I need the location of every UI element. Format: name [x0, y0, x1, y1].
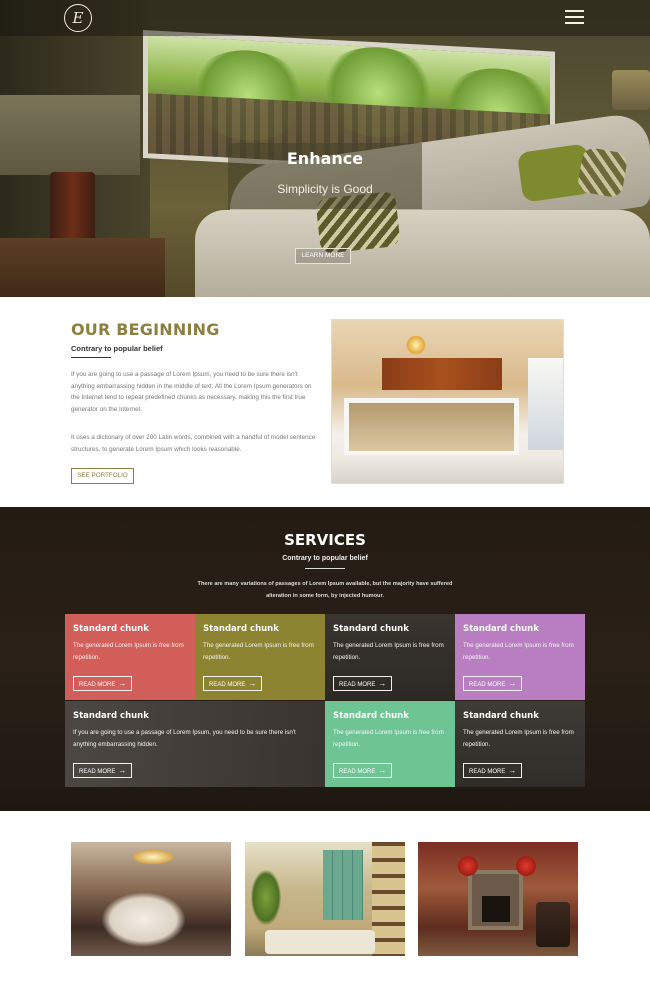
fireplace-room-photo[interactable]	[418, 842, 578, 956]
floor-lamp-image	[612, 70, 650, 110]
service-card-text: The generated Lorem Ipsum is free from r…	[463, 642, 574, 661]
service-card: Standard chunk The generated Lorem Ipsum…	[455, 701, 585, 787]
service-card-title: Standard chunk	[463, 624, 539, 634]
arrow-right-icon: →	[118, 679, 127, 688]
living-room-bookshelf-photo[interactable]	[245, 842, 405, 956]
hero-subtitle: Simplicity is Good	[277, 182, 373, 196]
service-card-text: The generated Lorem Ipsum is free from r…	[203, 642, 314, 661]
divider	[305, 568, 345, 569]
service-card: Standard chunk The generated Lorem Ipsum…	[65, 614, 195, 700]
hamburger-icon[interactable]	[565, 10, 584, 25]
service-card-title: Standard chunk	[463, 711, 539, 721]
service-card-title: Standard chunk	[73, 624, 149, 634]
dining-room-photo[interactable]	[71, 842, 231, 956]
arrow-right-icon: →	[508, 766, 517, 775]
see-portfolio-button[interactable]: SEE PORTFOLIO	[71, 468, 134, 484]
arrow-right-icon: →	[248, 679, 257, 688]
read-more-button[interactable]: READ MORE →	[203, 676, 263, 691]
top-navbar	[0, 0, 650, 36]
service-card: Standard chunk The generated Lorem Ipsum…	[325, 614, 455, 700]
service-card: Standard chunk The generated Lorem Ipsum…	[195, 614, 325, 700]
learn-more-button[interactable]: LEARN MORE	[295, 248, 351, 264]
beginning-title: OUR BEGINNING	[71, 320, 220, 339]
read-more-button[interactable]: READ MORE →	[73, 763, 133, 778]
service-card-title: Standard chunk	[333, 624, 409, 634]
services-subtitle: Contrary to popular belief	[282, 555, 368, 562]
read-more-button[interactable]: READ MORE →	[333, 676, 393, 691]
service-card-title: Standard chunk	[73, 711, 149, 721]
service-card: Standard chunk The generated Lorem Ipsum…	[455, 614, 585, 700]
beginning-paragraph: It uses a dictionary of over 200 Latin w…	[71, 434, 316, 453]
kitchen-photo	[331, 319, 564, 484]
service-card-text: The generated Lorem Ipsum is free from r…	[333, 729, 444, 748]
service-card: Standard chunk The generated Lorem Ipsum…	[325, 701, 455, 787]
site-logo[interactable]: E	[64, 4, 92, 32]
service-card-title: Standard chunk	[333, 711, 409, 721]
services-description: There are many variations of passages of…	[197, 581, 453, 599]
read-more-button[interactable]: READ MORE →	[463, 763, 523, 778]
service-card-title: Standard chunk	[203, 624, 279, 634]
read-more-button[interactable]: READ MORE →	[73, 676, 133, 691]
side-table-image	[0, 238, 165, 297]
sofa-seat-image	[195, 210, 650, 297]
divider	[71, 357, 111, 358]
service-card: Standard chunk If you are going to use a…	[65, 701, 325, 787]
pillow-image	[576, 146, 629, 199]
hero-title: Enhance	[286, 149, 364, 168]
services-title: SERVICES	[284, 531, 366, 549]
read-more-button[interactable]: READ MORE →	[333, 763, 393, 778]
arrow-right-icon: →	[378, 679, 387, 688]
service-card-text: The generated Lorem Ipsum is free from r…	[333, 642, 444, 661]
service-card-text: The generated Lorem Ipsum is free from r…	[73, 642, 184, 661]
lamp-shade-image	[0, 95, 140, 175]
beginning-paragraph: If you are going to use a passage of Lor…	[71, 371, 312, 413]
arrow-right-icon: →	[118, 766, 127, 775]
arrow-right-icon: →	[508, 679, 517, 688]
arrow-right-icon: →	[378, 766, 387, 775]
service-card-text: If you are going to use a passage of Lor…	[73, 729, 296, 748]
read-more-button[interactable]: READ MORE →	[463, 676, 523, 691]
service-card-text: The generated Lorem Ipsum is free from r…	[463, 729, 574, 748]
beginning-subtitle: Contrary to popular belief	[71, 344, 163, 353]
